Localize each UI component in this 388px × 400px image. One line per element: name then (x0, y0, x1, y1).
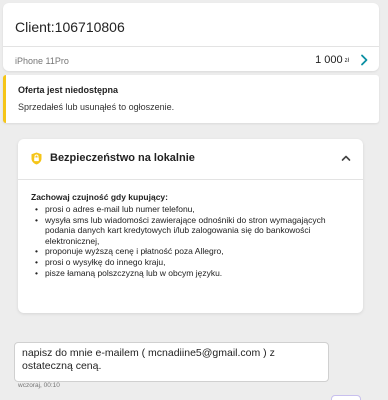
security-divider (18, 179, 363, 180)
product-name[interactable]: iPhone 11Pro (15, 56, 69, 66)
security-tips-panel: Bezpieczeństwo na lokalnie Zachowaj czuj… (18, 139, 363, 313)
product-price: 1 000 zł (315, 54, 349, 66)
tip-text: pisze łamaną polszczyzną lub w obcym jęz… (45, 267, 223, 278)
message-action-button[interactable] (331, 395, 361, 400)
chevron-up-icon[interactable] (341, 154, 351, 162)
alert-text: Sprzedałeś lub usunąłeś to ogłoszenie. (18, 102, 175, 112)
list-item: • prosi o adres e-mail lub numer telefonu… (35, 204, 195, 214)
offer-header-card: Client:106710806 iPhone 11Pro 1 000 zł (3, 3, 379, 71)
security-title: Bezpieczeństwo na lokalnie (50, 152, 195, 164)
message-timestamp: wczoraj, 00:10 (18, 382, 60, 389)
tip-text: prosi o wysyłkę do innego kraju, (45, 256, 166, 267)
tip-text: proponuje wyższą cenę i płatność poza Al… (45, 246, 224, 257)
price-currency: zł (344, 58, 349, 64)
list-item: • wysyła sms lub wiadomości zawierające o… (35, 214, 326, 246)
header-divider (3, 46, 379, 47)
shield-icon (31, 152, 42, 165)
list-item: • proponuje wyższą cenę i płatność poza A… (35, 246, 224, 257)
tip-text: wysyła sms lub wiadomości zawierające od… (45, 214, 326, 246)
price-value: 1 000 (315, 54, 343, 66)
security-tips-list: • prosi o adres e-mail lub numer telefonu… (31, 204, 351, 278)
message-bubble: napisz do mnie e-mailem ( mcnadiine5@gma… (14, 342, 329, 382)
list-item: • pisze łamaną polszczyzną lub w obcym ję… (35, 267, 223, 278)
alert-title: Oferta jest niedostępna (18, 85, 119, 95)
tip-text: prosi o adres e-mail lub numer telefonu, (45, 204, 195, 214)
offer-unavailable-alert: Oferta jest niedostępna Sprzedałeś lub u… (3, 75, 379, 123)
client-title: Client:106710806 (15, 19, 125, 35)
chevron-right-icon[interactable] (359, 54, 369, 66)
security-intro: Zachowaj czujność gdy kupujący: (31, 192, 168, 202)
message-text: napisz do mnie e-mailem ( mcnadiine5@gma… (22, 347, 275, 372)
list-item: • prosi o wysyłkę do innego kraju, (35, 256, 166, 267)
